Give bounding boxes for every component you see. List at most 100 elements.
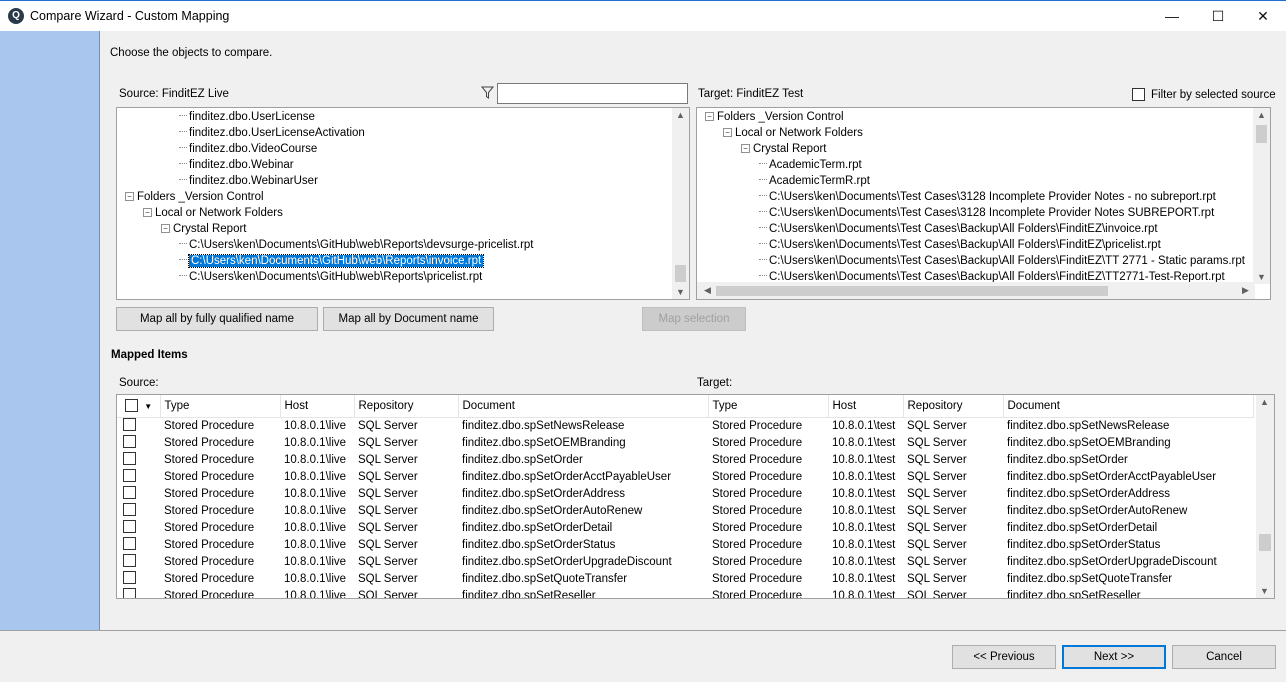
row-select-cell[interactable] <box>117 519 160 536</box>
scroll-down-icon[interactable]: ▼ <box>672 287 689 297</box>
row-select-cell[interactable] <box>117 587 160 598</box>
tree-node[interactable]: C:\Users\ken\Documents\GitHub\web\Report… <box>179 253 485 269</box>
row-checkbox[interactable] <box>123 485 136 499</box>
table-row[interactable]: Stored Procedure 10.8.0.1\live SQL Server f… <box>117 468 1253 485</box>
scroll-left-icon[interactable]: ◀ <box>699 285 716 296</box>
tree-node[interactable]: finditez.dbo.UserLicenseActivation <box>179 125 365 141</box>
collapse-icon[interactable]: − <box>741 144 750 153</box>
tree-node[interactable]: AcademicTerm.rpt <box>759 157 862 173</box>
tree-node[interactable]: − Crystal Report <box>161 221 247 237</box>
tree-node[interactable]: finditez.dbo.UserLicense <box>179 109 315 125</box>
row-checkbox[interactable] <box>123 468 136 482</box>
collapse-icon[interactable]: − <box>705 112 714 121</box>
select-all-checkbox[interactable] <box>125 399 138 413</box>
tree-node[interactable]: C:\Users\ken\Documents\Test Cases\Backup… <box>759 253 1245 269</box>
row-select-cell[interactable] <box>117 434 160 451</box>
map-document-button[interactable]: Map all by Document name <box>323 307 494 331</box>
col-source-host[interactable]: Host <box>280 395 355 418</box>
tree-node[interactable]: C:\Users\ken\Documents\Test Cases\Backup… <box>759 221 1158 237</box>
mapped-grid-scrollbar[interactable]: ▲ ▼ <box>1256 395 1274 598</box>
minimize-icon[interactable]: — <box>1149 1 1195 31</box>
filter-by-source-toggle[interactable]: Filter by selected source <box>1132 88 1276 101</box>
previous-button[interactable]: << Previous <box>952 645 1056 669</box>
col-source-document[interactable]: Document <box>458 395 709 418</box>
tree-node[interactable]: C:\Users\ken\Documents\GitHub\web\Report… <box>179 269 482 285</box>
table-row[interactable]: Stored Procedure 10.8.0.1\live SQL Server f… <box>117 553 1253 570</box>
row-select-cell[interactable] <box>117 468 160 485</box>
scroll-thumb[interactable] <box>1259 534 1271 551</box>
source-filter-input[interactable] <box>497 83 688 104</box>
select-all-header[interactable]: ▼ <box>117 395 161 418</box>
col-source-type[interactable]: Type <box>160 395 281 418</box>
map-selection-button[interactable]: Map selection <box>642 307 746 331</box>
row-select-cell[interactable] <box>117 502 160 519</box>
mapped-items-grid[interactable]: ▼ Type Host Repository Document Type Hos… <box>116 394 1275 599</box>
collapse-icon[interactable]: − <box>143 208 152 217</box>
row-select-cell[interactable] <box>117 536 160 553</box>
table-row[interactable]: Stored Procedure 10.8.0.1\live SQL Server f… <box>117 502 1253 519</box>
col-target-type[interactable]: Type <box>708 395 829 418</box>
table-row[interactable]: Stored Procedure 10.8.0.1\live SQL Server f… <box>117 485 1253 502</box>
next-button[interactable]: Next >> <box>1062 645 1166 669</box>
map-fqn-button[interactable]: Map all by fully qualified name <box>116 307 318 331</box>
row-checkbox[interactable] <box>123 417 136 431</box>
collapse-icon[interactable]: − <box>723 128 732 137</box>
close-icon[interactable]: ✕ <box>1240 1 1286 31</box>
tree-node[interactable]: finditez.dbo.WebinarUser <box>179 173 318 189</box>
row-checkbox[interactable] <box>123 536 136 550</box>
source-tree-scrollbar[interactable]: ▲ ▼ <box>672 108 689 299</box>
tree-node[interactable]: C:\Users\ken\Documents\GitHub\web\Report… <box>179 237 534 253</box>
col-target-host[interactable]: Host <box>828 395 904 418</box>
tree-node[interactable]: − Folders _Version Control <box>705 109 844 125</box>
cancel-button[interactable]: Cancel <box>1172 645 1276 669</box>
table-row[interactable]: Stored Procedure 10.8.0.1\live SQL Server f… <box>117 451 1253 468</box>
row-select-cell[interactable] <box>117 570 160 587</box>
tree-node[interactable]: − Local or Network Folders <box>143 205 283 221</box>
scroll-down-icon[interactable]: ▼ <box>1253 272 1270 282</box>
maximize-icon[interactable]: ☐ <box>1195 1 1241 31</box>
row-checkbox[interactable] <box>123 434 136 448</box>
tree-node[interactable]: C:\Users\ken\Documents\Test Cases\Backup… <box>759 237 1161 253</box>
row-checkbox[interactable] <box>123 451 136 465</box>
row-select-cell[interactable] <box>117 553 160 570</box>
table-row[interactable]: Stored Procedure 10.8.0.1\live SQL Server f… <box>117 434 1253 451</box>
scroll-up-icon[interactable]: ▲ <box>672 110 689 120</box>
source-tree[interactable]: finditez.dbo.UserLicense finditez.dbo.Use… <box>116 107 690 300</box>
row-select-cell[interactable] <box>117 485 160 502</box>
target-tree[interactable]: − Folders _Version Control − Local or Netwo… <box>696 107 1271 300</box>
scroll-thumb[interactable] <box>675 265 686 282</box>
tree-node[interactable]: finditez.dbo.VideoCourse <box>179 141 317 157</box>
row-checkbox[interactable] <box>123 587 136 598</box>
tree-node[interactable]: − Local or Network Folders <box>723 125 863 141</box>
target-tree-hscrollbar[interactable]: ◀ ▶ <box>697 282 1255 299</box>
scroll-right-icon[interactable]: ▶ <box>1237 285 1254 296</box>
target-tree-vscrollbar[interactable]: ▲ ▼ <box>1253 108 1270 284</box>
chevron-down-icon[interactable]: ▼ <box>144 402 152 411</box>
filter-icon[interactable] <box>481 86 494 99</box>
col-target-repository[interactable]: Repository <box>903 395 1004 418</box>
tree-node[interactable]: AcademicTermR.rpt <box>759 173 870 189</box>
col-source-repository[interactable]: Repository <box>354 395 459 418</box>
row-checkbox[interactable] <box>123 519 136 533</box>
row-select-cell[interactable] <box>117 417 160 434</box>
row-checkbox[interactable] <box>123 553 136 567</box>
tree-node[interactable]: finditez.dbo.Webinar <box>179 157 294 173</box>
tree-node[interactable]: − Folders _Version Control <box>125 189 264 205</box>
tree-node[interactable]: C:\Users\ken\Documents\Test Cases\3128 I… <box>759 205 1214 221</box>
row-checkbox[interactable] <box>123 502 136 516</box>
table-row[interactable]: Stored Procedure 10.8.0.1\live SQL Server f… <box>117 587 1253 598</box>
row-checkbox[interactable] <box>123 570 136 584</box>
table-row[interactable]: Stored Procedure 10.8.0.1\live SQL Server f… <box>117 417 1253 434</box>
tree-node[interactable]: − Crystal Report <box>741 141 827 157</box>
scroll-thumb[interactable] <box>716 286 1108 296</box>
tree-node[interactable]: C:\Users\ken\Documents\Test Cases\3128 I… <box>759 189 1216 205</box>
scroll-thumb[interactable] <box>1256 125 1267 143</box>
row-select-cell[interactable] <box>117 451 160 468</box>
col-target-document[interactable]: Document <box>1003 395 1254 418</box>
table-row[interactable]: Stored Procedure 10.8.0.1\live SQL Server f… <box>117 536 1253 553</box>
scroll-up-icon[interactable]: ▲ <box>1256 397 1273 407</box>
filter-by-source-checkbox[interactable] <box>1132 88 1145 101</box>
scroll-up-icon[interactable]: ▲ <box>1253 110 1270 120</box>
collapse-icon[interactable]: − <box>125 192 134 201</box>
collapse-icon[interactable]: − <box>161 224 170 233</box>
